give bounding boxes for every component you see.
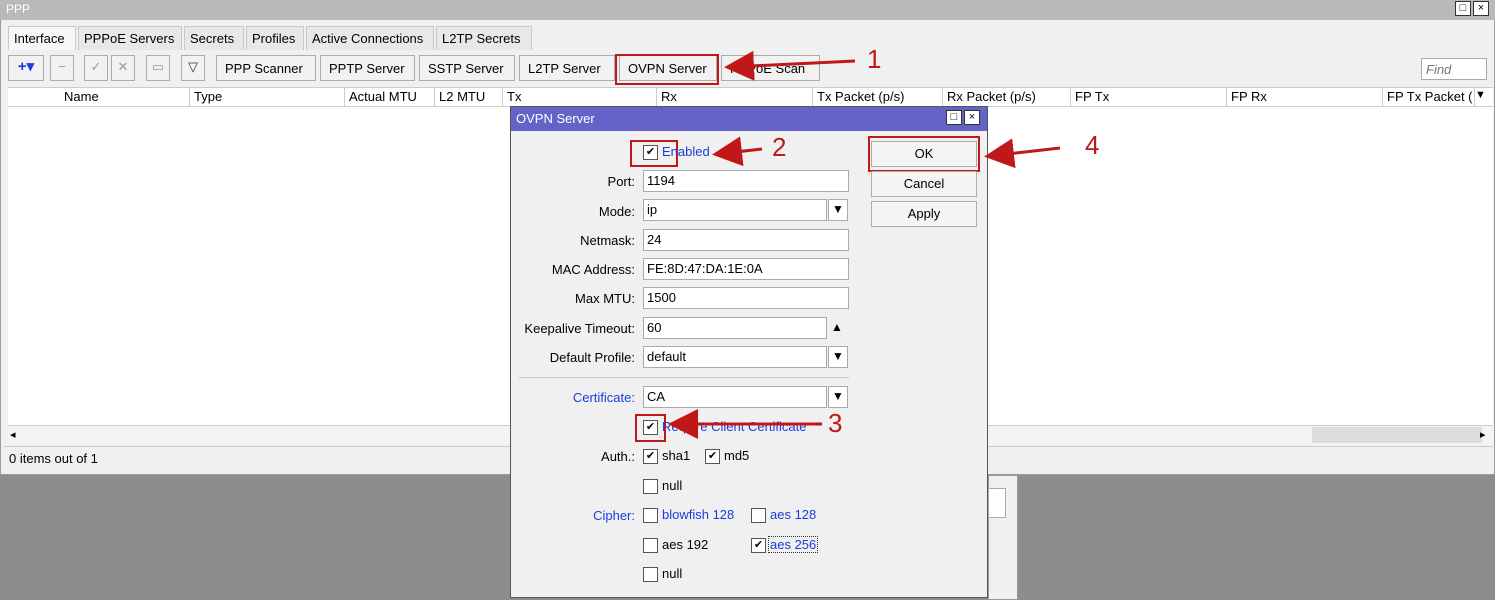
annotation-4: 4 xyxy=(1085,130,1100,160)
arrow-1 xyxy=(724,50,856,81)
annotation-3: 3 xyxy=(828,408,843,438)
annotation-2: 2 xyxy=(772,132,787,162)
arrow-2 xyxy=(712,136,763,167)
arrow-4 xyxy=(984,138,1061,169)
annotation-arrows xyxy=(668,50,1061,439)
annotation-1: 1 xyxy=(867,44,882,74)
